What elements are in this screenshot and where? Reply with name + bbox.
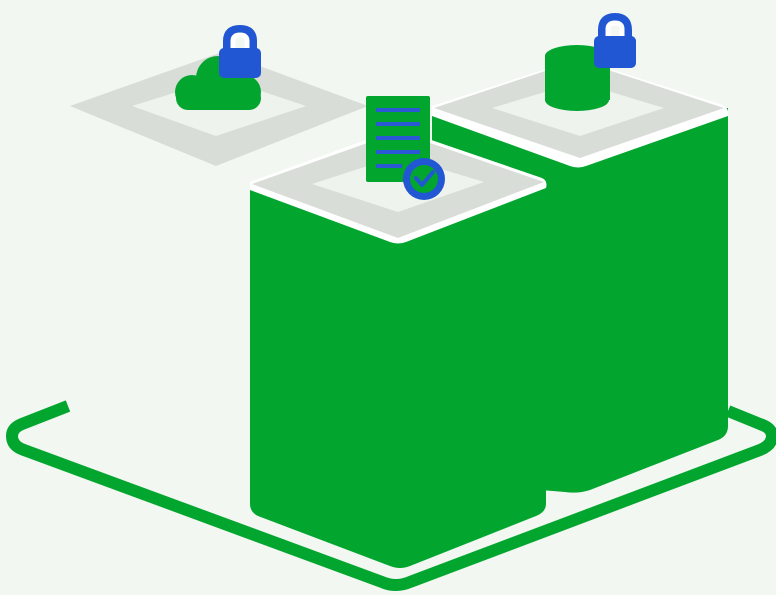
security-storage-illustration bbox=[0, 0, 776, 595]
padlock-icon bbox=[219, 24, 261, 78]
document-tower bbox=[250, 130, 547, 568]
checkmark-badge-icon bbox=[403, 158, 445, 200]
isometric-illustration bbox=[6, 12, 776, 591]
padlock-icon bbox=[594, 12, 636, 68]
